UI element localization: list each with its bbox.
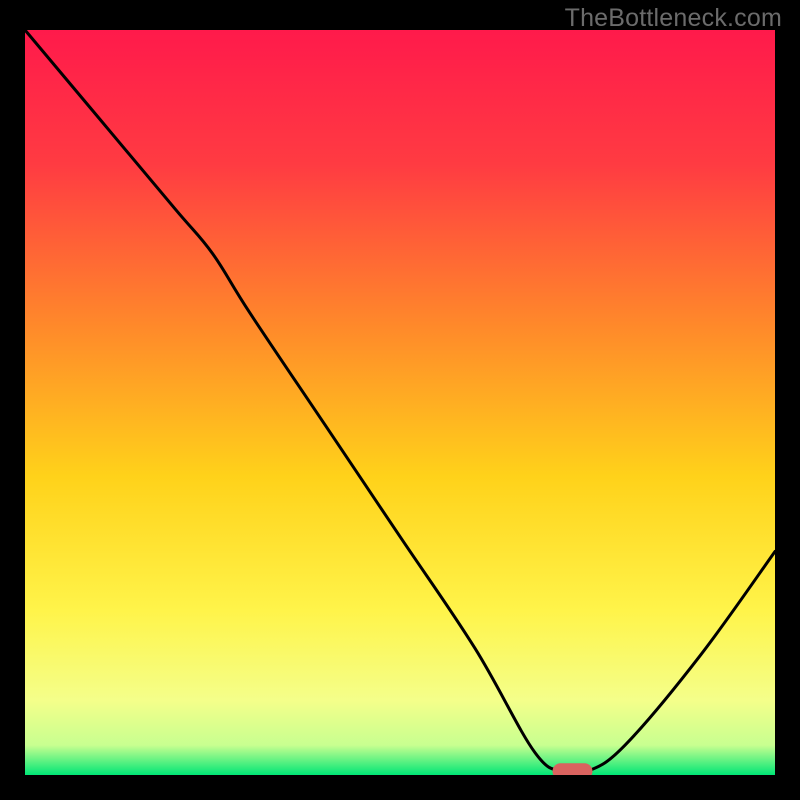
chart-frame: TheBottleneck.com	[0, 0, 800, 800]
chart-svg	[25, 30, 775, 775]
watermark-text: TheBottleneck.com	[565, 4, 782, 33]
chart-plot	[25, 30, 775, 775]
optimal-marker	[553, 763, 593, 775]
gradient-background	[25, 30, 775, 775]
